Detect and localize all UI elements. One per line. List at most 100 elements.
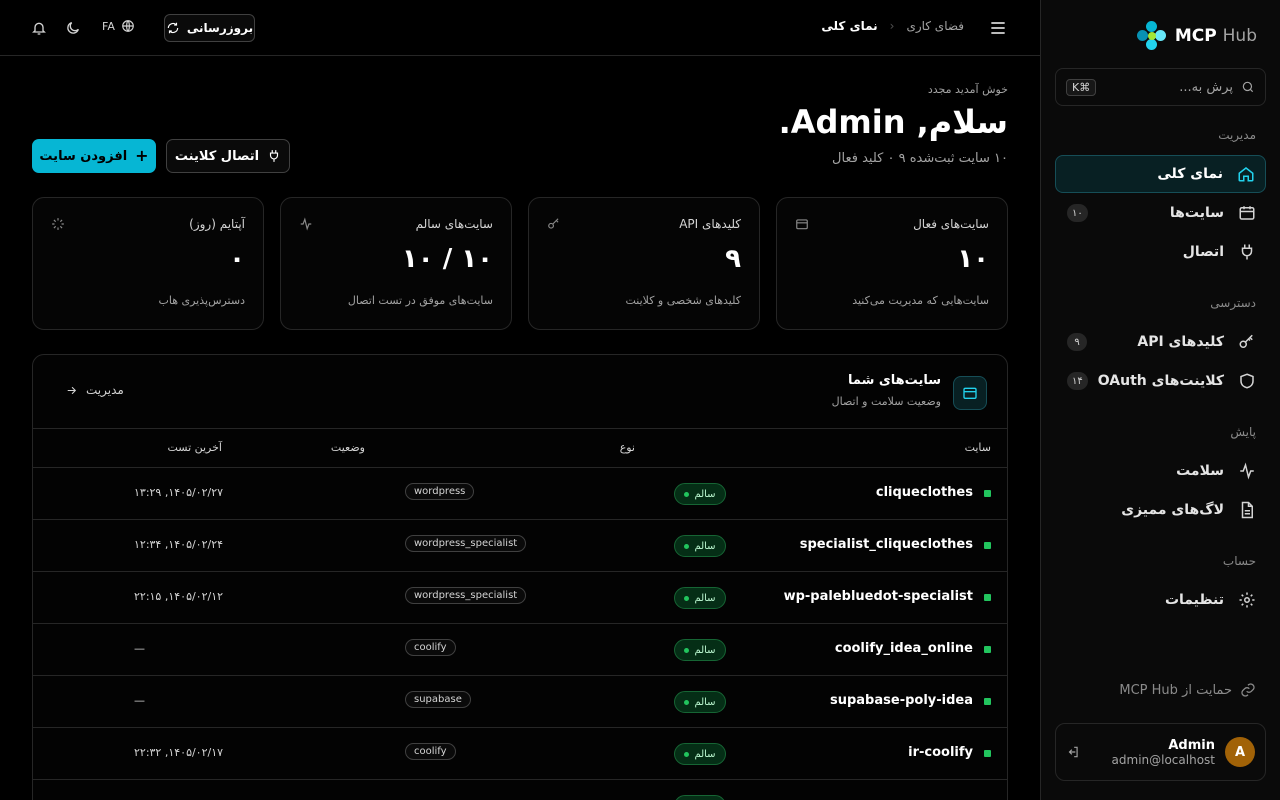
site-name[interactable]: wp-palebluedot-specialist [784,589,973,604]
sidebar-item-health[interactable]: سلامت [1055,452,1266,490]
table-row[interactable]: specialist_cliqueclothes wordpress_speci… [33,520,1007,572]
bell-icon[interactable] [31,20,47,36]
menu-icon[interactable] [988,18,1008,38]
status-badge: سالم [674,691,726,713]
status-badge [674,795,726,800]
stat-subtitle: سایت‌هایی که مدیریت می‌کنید [852,294,989,307]
manage-sites-link[interactable]: مدیریت [65,383,124,397]
sidebar-item-audit-logs[interactable]: لاگ‌های ممیزی [1055,491,1266,529]
support-link[interactable]: حمایت از MCP Hub [1119,682,1256,698]
type-badge: coolify [405,743,456,760]
refresh-button[interactable]: بروزرسانی [164,14,255,42]
brand-name: MCP Hub [1174,26,1257,46]
home-icon [1238,167,1254,182]
site-name[interactable]: coolify_idea_online [835,641,973,656]
column-header-type[interactable]: نوع [620,441,635,454]
status-badge: سالم [674,639,726,661]
breadcrumb-current: نمای کلی [821,19,878,33]
refresh-label: بروزرسانی [186,21,254,35]
breadcrumb-root[interactable]: فضای کاری [906,19,964,33]
sidebar-item-label: لاگ‌های ممیزی [1121,502,1224,518]
avatar: A [1225,737,1255,767]
table-row[interactable]: wp-palebluedot-specialist wordpress_spec… [33,572,1007,624]
shield-icon [1240,373,1254,389]
status-dot [984,490,991,497]
sidebar-item-label: سلامت [1176,463,1224,479]
calendar-icon [796,219,808,230]
sites-panel-icon [953,376,987,410]
connect-client-label: اتصال کلاینت [174,148,260,164]
sidebar-item-label: کلیدهای API [1137,334,1224,350]
site-name[interactable]: supabase-poly-idea [830,693,973,708]
refresh-icon [167,22,179,34]
brand-logo[interactable]: MCP Hub [1136,21,1257,51]
language-code: FA [102,19,115,33]
type-badge: wordpress_specialist [405,535,527,552]
sites-panel-title: سایت‌های شما [847,373,941,388]
user-info: Admin admin@localhost [1080,738,1215,767]
sidebar-item-overview[interactable]: نمای کلی [1055,155,1266,193]
section-label-monitoring: پایش [1230,425,1256,439]
command-search[interactable]: پرش به... K⌘ [1055,68,1266,106]
stat-card-healthy-sites: سایت‌های سالم ۱۰ / ۱۰ سایت‌های موفق در ت… [280,197,512,330]
add-site-button[interactable]: + افزودن سایت [32,139,156,173]
stat-card-uptime: آپتایم (روز) ۰ دسترس‌پذیری هاب [32,197,264,330]
sidebar-item-oauth-clients[interactable]: کلاینت‌های OAuth ۱۴ [1055,362,1266,400]
column-header-site[interactable]: سایت [965,441,991,454]
stat-title: سایت‌های فعال [913,217,989,231]
table-header: سایت نوع وضعیت آخرین تست [33,429,1007,468]
column-header-status[interactable]: وضعیت [331,441,365,454]
sidebar-item-label: نمای کلی [1157,166,1223,182]
site-name[interactable]: cliqueclothes [876,485,973,500]
hub-logo-icon [1136,21,1167,51]
sidebar-item-label: سایت‌ها [1169,205,1224,221]
stat-card-api-keys: کلیدهای API ۹ کلیدهای شخصی و کلاینت [528,197,760,330]
status-badge: سالم [674,587,726,609]
stat-title: سایت‌های سالم [415,217,493,231]
sidebar-item-connect[interactable]: اتصال [1055,233,1266,271]
sites-panel: سایت‌های شما وضعیت سلامت و اتصال مدیریت … [32,354,1008,800]
user-card[interactable]: A Admin admin@localhost [1055,723,1266,781]
logout-icon[interactable] [1066,745,1080,759]
table-row[interactable] [33,780,1007,800]
plug-icon [1241,244,1253,260]
table-row[interactable]: ir-coolify coolify سالم ۱۴۰۵/۰۲/۱۷, ۲۲:۳… [33,728,1007,780]
sidebar-item-label: کلاینت‌های OAuth [1097,373,1224,389]
section-label-account: حساب [1222,554,1256,568]
last-test-time: — [134,694,145,707]
calendar-icon [963,387,977,399]
manage-label: مدیریت [86,383,124,397]
type-badge: supabase [405,691,471,708]
column-header-last-test[interactable]: آخرین تست [167,441,222,454]
moon-icon[interactable] [65,20,81,36]
stat-subtitle: کلیدهای شخصی و کلاینت [625,294,741,307]
status-dot [984,750,991,757]
globe-icon [122,20,134,32]
link-icon [1241,683,1255,697]
site-name[interactable]: ir-coolify [908,745,973,760]
stat-value: ۰ [229,244,245,274]
section-label-management: مدیریت [1218,128,1256,142]
sidebar-item-label: اتصال [1182,244,1224,260]
chevron-left-icon: ‹ [889,19,895,33]
table-row[interactable]: coolify_idea_online coolify سالم — [33,624,1007,676]
sidebar-item-settings[interactable]: تنظیمات [1055,581,1266,619]
table-row[interactable]: cliqueclothes wordpress سالم ۱۴۰۵/۰۲/۲۷,… [33,468,1007,520]
connect-client-button[interactable]: اتصال کلاینت [166,139,290,173]
sites-panel-header: سایت‌های شما وضعیت سلامت و اتصال مدیریت [33,355,1007,429]
type-badge: wordpress_specialist [405,587,527,604]
language-switcher[interactable]: FA [102,19,135,33]
sidebar: MCP Hub پرش به... K⌘ مدیریت نمای کلی سای… [1040,0,1280,800]
site-name[interactable]: specialist_cliqueclothes [800,537,973,552]
sidebar-item-api-keys[interactable]: کلیدهای API ۹ [1055,323,1266,361]
last-test-time: ۱۴۰۵/۰۲/۲۴, ۱۲:۳۴ [134,538,224,551]
activity-icon [1240,462,1254,480]
welcome-text: خوش آمدید مجدد [927,83,1008,96]
status-dot [984,542,991,549]
loader-icon [52,218,64,230]
table-row[interactable]: supabase-poly-idea supabase سالم — [33,676,1007,728]
arrow-right-icon [67,386,77,394]
sidebar-item-sites[interactable]: سایت‌ها ۱۰ [1055,194,1266,232]
stat-value: ۱۰ [957,244,989,274]
search-icon [1242,81,1254,93]
